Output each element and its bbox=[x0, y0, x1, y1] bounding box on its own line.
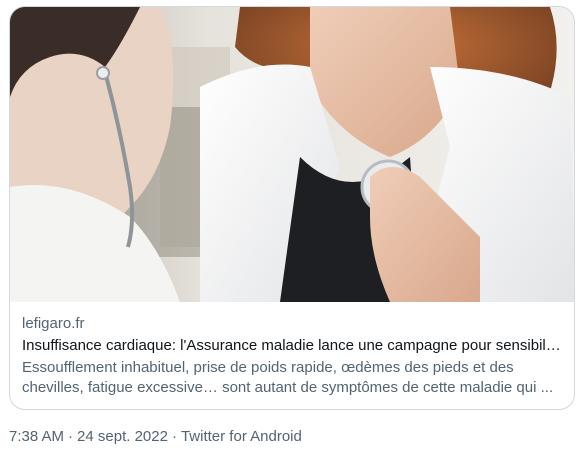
footer-separator: · bbox=[171, 428, 177, 445]
link-title[interactable]: Insuffisance cardiaque: l'Assurance mala… bbox=[22, 336, 562, 356]
stethoscope-photo bbox=[10, 7, 574, 302]
tweet-date: 24 sept. 2022 bbox=[77, 428, 168, 445]
tweet-source-link[interactable]: Twitter for Android bbox=[181, 428, 302, 445]
tweet-time: 7:38 AM bbox=[9, 428, 65, 445]
preview-meta: lefigaro.fr Insuffisance cardiaque: l'As… bbox=[10, 302, 574, 398]
tweet-footer: 7:38 AM · 24 sept. 2022 · Twitter for Androi… bbox=[9, 426, 302, 448]
tweet-timestamp-link[interactable]: 7:38 AM · 24 sept. 2022 bbox=[9, 428, 168, 445]
footer-separator: · bbox=[68, 428, 74, 445]
preview-image[interactable] bbox=[10, 7, 574, 302]
link-domain: lefigaro.fr bbox=[22, 315, 85, 332]
link-description: Essoufflement inhabituel, prise de poids… bbox=[22, 359, 554, 396]
link-preview-card[interactable]: lefigaro.fr Insuffisance cardiaque: l'As… bbox=[9, 6, 575, 410]
